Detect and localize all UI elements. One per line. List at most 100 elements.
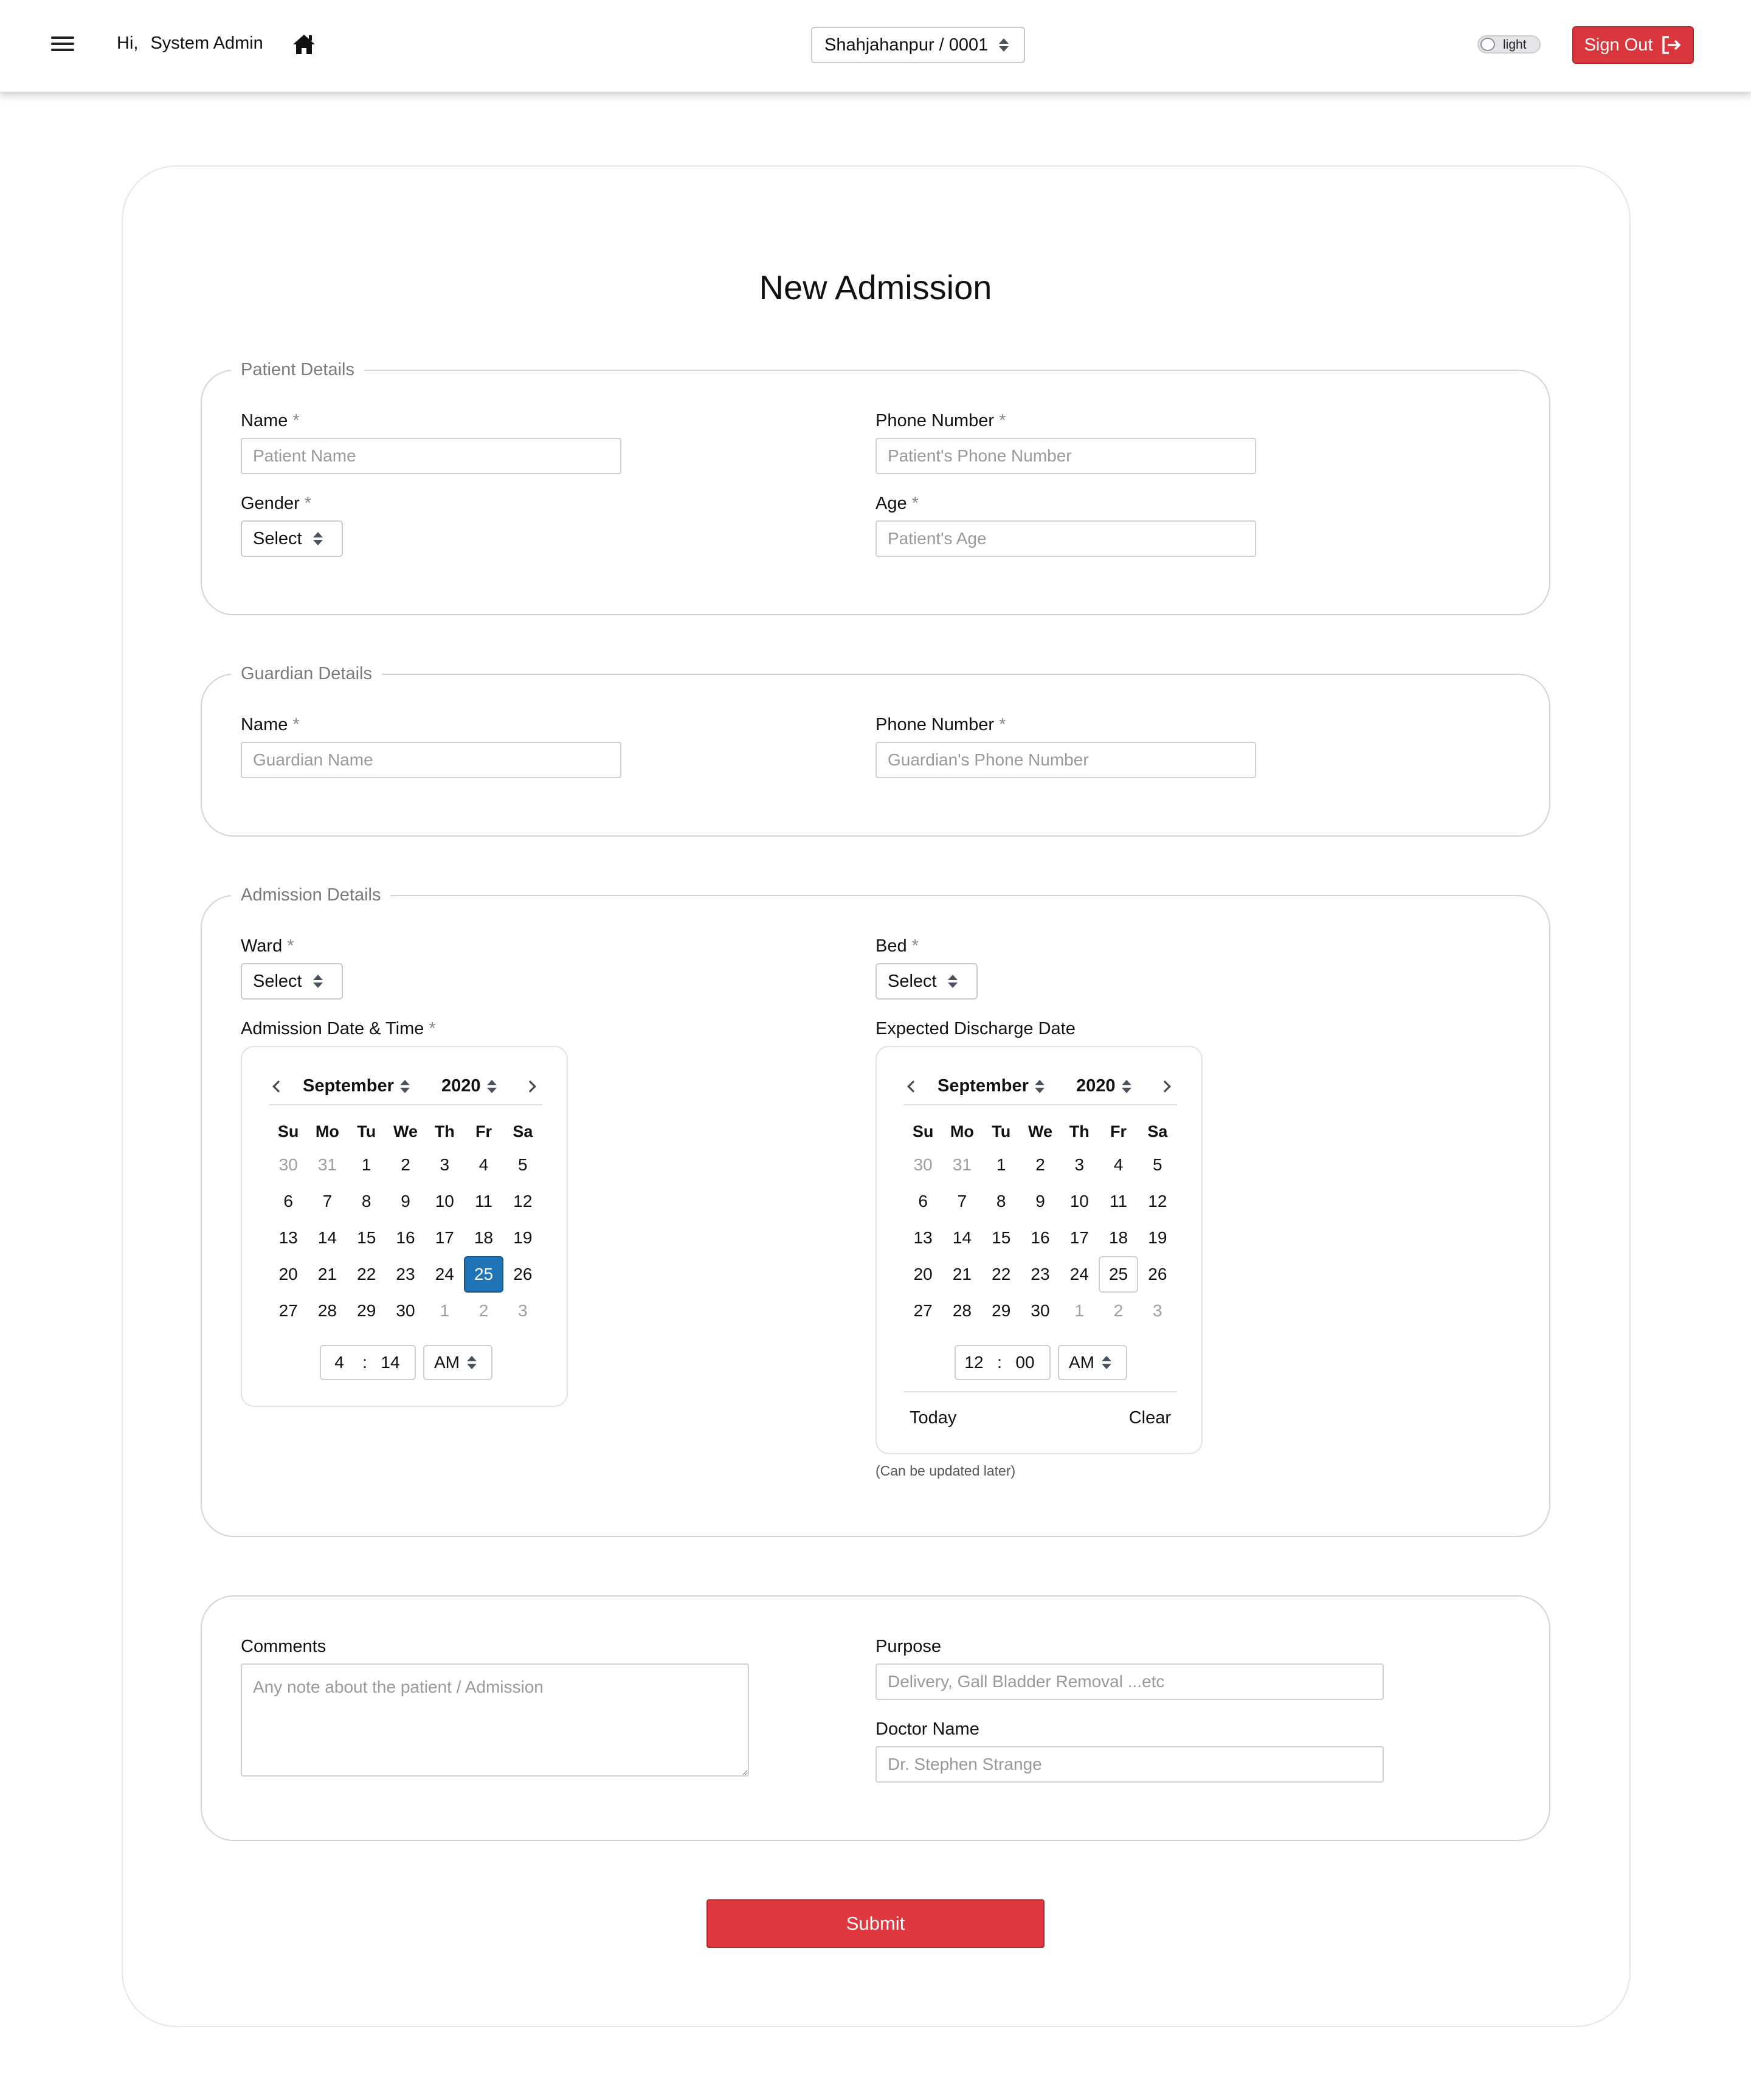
calendar-day[interactable]: 10 xyxy=(1060,1183,1099,1220)
calendar-day[interactable]: 26 xyxy=(1138,1256,1177,1293)
calendar-day[interactable]: 5 xyxy=(1138,1147,1177,1183)
guardian-phone-input[interactable] xyxy=(876,742,1256,778)
calendar-day[interactable]: 13 xyxy=(903,1220,942,1256)
calendar-day[interactable]: 22 xyxy=(982,1256,1021,1293)
calendar-day[interactable]: 1 xyxy=(347,1147,386,1183)
ampm-select[interactable]: AM xyxy=(1058,1345,1127,1380)
time-input[interactable]: 4 : 14 xyxy=(320,1345,416,1380)
purpose-input[interactable] xyxy=(876,1663,1384,1700)
calendar-day[interactable]: 3 xyxy=(425,1147,464,1183)
previous-month-icon[interactable] xyxy=(903,1079,918,1093)
hour-field[interactable]: 4 xyxy=(321,1353,357,1372)
month-select[interactable]: September xyxy=(303,1076,410,1096)
next-month-icon[interactable] xyxy=(524,1079,539,1093)
gender-select[interactable]: Select xyxy=(241,520,343,557)
calendar-day[interactable]: 4 xyxy=(464,1147,503,1183)
submit-button[interactable]: Submit xyxy=(706,1899,1045,1948)
calendar-day[interactable]: 6 xyxy=(269,1183,308,1220)
calendar-day[interactable]: 27 xyxy=(269,1293,308,1329)
patient-phone-input[interactable] xyxy=(876,438,1256,474)
calendar-day[interactable]: 28 xyxy=(942,1293,981,1329)
calendar-day[interactable]: 29 xyxy=(982,1293,1021,1329)
year-select[interactable]: 2020 xyxy=(1076,1076,1131,1096)
calendar-day[interactable]: 17 xyxy=(1060,1220,1099,1256)
calendar-day[interactable]: 17 xyxy=(425,1220,464,1256)
calendar-day[interactable]: 28 xyxy=(308,1293,347,1329)
ampm-select[interactable]: AM xyxy=(423,1345,492,1380)
calendar-day[interactable]: 3 xyxy=(503,1293,542,1329)
calendar-day[interactable]: 11 xyxy=(1099,1183,1138,1220)
minute-field[interactable]: 00 xyxy=(1007,1353,1043,1372)
calendar-day[interactable]: 13 xyxy=(269,1220,308,1256)
location-select[interactable]: Shahjahanpur / 0001 xyxy=(811,27,1025,63)
calendar-day[interactable]: 7 xyxy=(942,1183,981,1220)
theme-toggle[interactable]: light xyxy=(1477,35,1541,54)
calendar-day[interactable]: 18 xyxy=(464,1220,503,1256)
hour-field[interactable]: 12 xyxy=(956,1353,992,1372)
minute-field[interactable]: 14 xyxy=(372,1353,409,1372)
calendar-day[interactable]: 9 xyxy=(1021,1183,1060,1220)
calendar-day[interactable]: 7 xyxy=(308,1183,347,1220)
calendar-day[interactable]: 1 xyxy=(982,1147,1021,1183)
calendar-day[interactable]: 30 xyxy=(386,1293,425,1329)
calendar-day[interactable]: 30 xyxy=(1021,1293,1060,1329)
time-input[interactable]: 12 : 00 xyxy=(955,1345,1051,1380)
home-icon[interactable] xyxy=(292,33,316,56)
calendar-day[interactable]: 23 xyxy=(1021,1256,1060,1293)
sign-out-button[interactable]: Sign Out xyxy=(1572,26,1694,64)
calendar-day[interactable]: 22 xyxy=(347,1256,386,1293)
comments-textarea[interactable] xyxy=(241,1663,749,1777)
today-button[interactable]: Today xyxy=(910,1408,956,1428)
previous-month-icon[interactable] xyxy=(269,1079,283,1093)
age-input[interactable] xyxy=(876,520,1256,557)
calendar-day[interactable]: 24 xyxy=(1060,1256,1099,1293)
ward-select[interactable]: Select xyxy=(241,963,343,1000)
calendar-day[interactable]: 6 xyxy=(903,1183,942,1220)
calendar-day[interactable]: 24 xyxy=(425,1256,464,1293)
calendar-day[interactable]: 21 xyxy=(942,1256,981,1293)
calendar-day[interactable]: 2 xyxy=(386,1147,425,1183)
calendar-day[interactable]: 30 xyxy=(903,1147,942,1183)
calendar-day[interactable]: 1 xyxy=(1060,1293,1099,1329)
calendar-day[interactable]: 5 xyxy=(503,1147,542,1183)
calendar-day[interactable]: 10 xyxy=(425,1183,464,1220)
calendar-day[interactable]: 31 xyxy=(942,1147,981,1183)
calendar-day[interactable]: 26 xyxy=(503,1256,542,1293)
calendar-day[interactable]: 16 xyxy=(386,1220,425,1256)
calendar-day[interactable]: 19 xyxy=(1138,1220,1177,1256)
calendar-day[interactable]: 30 xyxy=(269,1147,308,1183)
calendar-day[interactable]: 3 xyxy=(1138,1293,1177,1329)
calendar-day[interactable]: 2 xyxy=(1099,1293,1138,1329)
calendar-day[interactable]: 2 xyxy=(464,1293,503,1329)
doctor-name-input[interactable] xyxy=(876,1746,1384,1783)
calendar-day[interactable]: 14 xyxy=(308,1220,347,1256)
calendar-day[interactable]: 9 xyxy=(386,1183,425,1220)
calendar-day[interactable]: 15 xyxy=(347,1220,386,1256)
patient-name-input[interactable] xyxy=(241,438,621,474)
calendar-day[interactable]: 20 xyxy=(903,1256,942,1293)
bed-select[interactable]: Select xyxy=(876,963,978,1000)
calendar-day[interactable]: 15 xyxy=(982,1220,1021,1256)
calendar-day[interactable]: 29 xyxy=(347,1293,386,1329)
calendar-day[interactable]: 31 xyxy=(308,1147,347,1183)
next-month-icon[interactable] xyxy=(1159,1079,1173,1093)
calendar-day[interactable]: 19 xyxy=(503,1220,542,1256)
calendar-day[interactable]: 2 xyxy=(1021,1147,1060,1183)
clear-button[interactable]: Clear xyxy=(1129,1408,1171,1428)
calendar-day[interactable]: 21 xyxy=(308,1256,347,1293)
guardian-name-input[interactable] xyxy=(241,742,621,778)
calendar-day[interactable]: 1 xyxy=(425,1293,464,1329)
calendar-day[interactable]: 12 xyxy=(503,1183,542,1220)
calendar-day[interactable]: 14 xyxy=(942,1220,981,1256)
calendar-day[interactable]: 11 xyxy=(464,1183,503,1220)
calendar-day[interactable]: 25 xyxy=(464,1256,503,1293)
calendar-day[interactable]: 8 xyxy=(982,1183,1021,1220)
month-select[interactable]: September xyxy=(938,1076,1045,1096)
calendar-day[interactable]: 3 xyxy=(1060,1147,1099,1183)
year-select[interactable]: 2020 xyxy=(441,1076,497,1096)
calendar-day[interactable]: 4 xyxy=(1099,1147,1138,1183)
calendar-day[interactable]: 20 xyxy=(269,1256,308,1293)
calendar-day[interactable]: 25 xyxy=(1099,1256,1138,1293)
menu-icon[interactable] xyxy=(51,35,74,52)
calendar-day[interactable]: 12 xyxy=(1138,1183,1177,1220)
